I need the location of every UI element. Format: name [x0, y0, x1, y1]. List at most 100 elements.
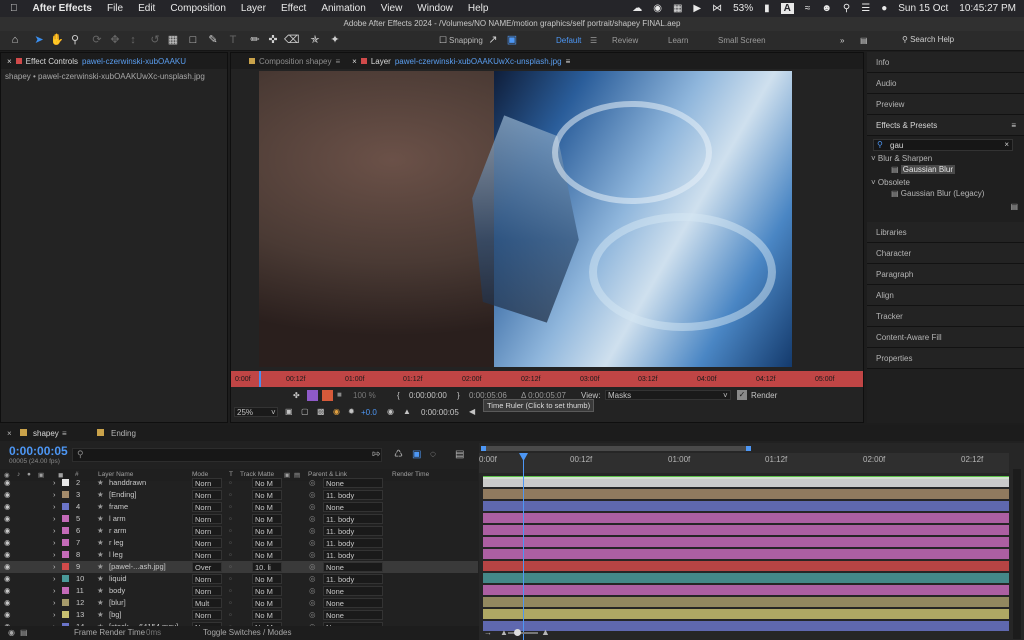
snap-grid-icon[interactable]: ▣ [505, 33, 519, 47]
search-help[interactable]: ⚲ Search Help [902, 35, 1014, 47]
layer-mode-select[interactable]: Norn [192, 610, 222, 620]
color-channels-icon[interactable]: ◉ [333, 407, 340, 416]
menu-file[interactable]: File [107, 3, 123, 14]
exposure-value[interactable]: +0.0 [361, 408, 377, 417]
layer-name[interactable]: [Ending] [109, 490, 137, 499]
layer-image-preview[interactable] [259, 71, 792, 367]
wifi-icon[interactable]: ≈ [805, 3, 811, 14]
layer-track-matte-select[interactable]: No M [252, 478, 282, 488]
visibility-eye-icon[interactable]: ◉ [4, 538, 11, 547]
close-icon[interactable]: × [352, 57, 357, 66]
chevron-down-icon[interactable]: ˅ [723, 391, 728, 400]
roto-brush-tool-icon[interactable]: ✯ [308, 33, 322, 47]
clear-search-icon[interactable]: × [1004, 140, 1009, 149]
layer-preserve-transparency[interactable]: ▫ [229, 598, 232, 607]
layer-parent-select[interactable]: None [323, 478, 383, 488]
layer-preserve-transparency[interactable]: ▫ [229, 502, 232, 511]
layer-track-matte-select[interactable]: No M [252, 490, 282, 500]
status-icon[interactable]: ▤ [20, 628, 28, 637]
opacity-value[interactable]: 100 % [353, 391, 376, 400]
layer-name[interactable]: l arm [109, 514, 126, 523]
layer-row[interactable]: ◉ › 2 ★ handdrawn Norn ▫ No M ◎ None [0, 477, 478, 489]
expand-chevron-icon[interactable]: › [53, 562, 56, 571]
panel-character[interactable]: Character [867, 243, 1024, 264]
tab-composition[interactable]: Composition shapey ≡ [231, 57, 346, 66]
creative-cloud-icon[interactable]: ☁ [632, 3, 642, 14]
close-icon[interactable]: × [7, 429, 12, 438]
panel-preview[interactable]: Preview [867, 94, 1024, 115]
in-point-icon[interactable]: { [397, 391, 400, 400]
clone-stamp-tool-icon[interactable]: ✜ [266, 33, 280, 47]
hand-tool-icon[interactable]: ✋ [50, 33, 64, 47]
menu-effect[interactable]: Effect [281, 3, 306, 14]
layer-mode-select[interactable]: Norn [192, 586, 222, 596]
layer-row[interactable]: ◉ › 10 ★ liquid Norn ▫ No M ◎ 11. body [0, 573, 478, 585]
brush-tool-icon[interactable]: ✏ [248, 33, 262, 47]
expand-chevron-icon[interactable]: › [53, 490, 56, 499]
puppet-tool-icon[interactable]: ✦ [328, 33, 342, 47]
channel-red-icon[interactable] [322, 390, 333, 401]
close-icon[interactable]: × [7, 57, 12, 66]
control-center-icon[interactable]: ☰ [861, 3, 870, 14]
layer-label-color[interactable] [62, 527, 69, 534]
effect-item-gaussian-blur[interactable]: ▤ Gaussian Blur [891, 165, 956, 174]
layer-name[interactable]: r arm [109, 526, 127, 535]
layer-mode-select[interactable]: Norn [192, 550, 222, 560]
app-menu[interactable]: After Effects [33, 3, 92, 14]
expand-chevron-icon[interactable]: › [53, 574, 56, 583]
grid-icon[interactable]: ▦ [673, 3, 682, 14]
workspace-small-screen[interactable]: Small Screen [718, 36, 766, 45]
toggle-switches-modes[interactable]: Toggle Switches / Modes [203, 628, 292, 637]
layer-duration-bar[interactable] [483, 549, 1009, 559]
category-blur-sharpen[interactable]: ˅ Blur & Sharpen [871, 154, 932, 163]
layer-label-color[interactable] [62, 503, 69, 510]
layer-preserve-transparency[interactable]: ▫ [229, 478, 232, 487]
layer-name[interactable]: l leg [109, 550, 123, 559]
snap-icon[interactable]: ↗ [486, 33, 500, 47]
layer-row[interactable]: ◉ › 8 ★ l leg Norn ▫ No M ◎ 11. body [0, 549, 478, 561]
layer-duration-bar[interactable] [483, 525, 1009, 535]
pick-whip-icon[interactable]: ◎ [309, 538, 316, 547]
tab-layer[interactable]: × Layer pawel-czerwinski-xubOAAKUwXc-uns… [346, 57, 576, 66]
layer-name[interactable]: liquid [109, 574, 127, 583]
more-workspaces-icon[interactable]: » [840, 36, 844, 45]
panel-content-aware-fill[interactable]: Content-Aware Fill [867, 327, 1024, 348]
panel-libraries[interactable]: Libraries [867, 222, 1024, 243]
layer-label-color[interactable] [62, 611, 69, 618]
layer-row[interactable]: ◉ › 4 ★ frame Norn ▫ No M ◎ None [0, 501, 478, 513]
menu-time[interactable]: 10:45:27 PM [959, 3, 1016, 14]
layer-track-matte-select[interactable]: 10. li [252, 562, 282, 572]
layer-row[interactable]: ◉ › 7 ★ r leg Norn ▫ No M ◎ 11. body [0, 537, 478, 549]
view-select[interactable]: Masks [605, 390, 731, 400]
layer-row[interactable]: ◉ › 3 ★ [Ending] Norn ▫ No M ◎ 11. body [0, 489, 478, 501]
layer-mode-select[interactable]: Norn [192, 502, 222, 512]
expand-chevron-icon[interactable]: › [53, 550, 56, 559]
grid-toggle-icon[interactable]: ▩ [317, 407, 325, 416]
exposure-reset-icon[interactable]: ✹ [348, 407, 355, 416]
menu-view[interactable]: View [381, 3, 403, 14]
layer-parent-select[interactable]: None [323, 502, 383, 512]
layer-parent-select[interactable]: None [323, 562, 383, 572]
expand-chevron-icon[interactable]: › [53, 502, 56, 511]
layer-name[interactable]: handdrawn [109, 478, 146, 487]
current-time[interactable]: 0:00:00:05 [421, 408, 459, 417]
comp-mini-flowchart-icon[interactable]: ⇰ [372, 449, 380, 460]
layer-preserve-transparency[interactable]: ▫ [229, 526, 232, 535]
pick-whip-icon[interactable]: ◎ [309, 574, 316, 583]
layer-parent-select[interactable]: 11. body [323, 514, 383, 524]
timeline-zoom-thumb[interactable] [514, 629, 521, 636]
layer-preserve-transparency[interactable]: ▫ [229, 574, 232, 583]
layer-name[interactable]: frame [109, 502, 128, 511]
layer-duration-bar[interactable] [483, 621, 1009, 631]
layer-label-color[interactable] [62, 479, 69, 486]
layer-parent-select[interactable]: 11. body [323, 538, 383, 548]
timeline-zoom-slider[interactable] [508, 632, 538, 634]
siri-icon[interactable]: ● [881, 3, 887, 14]
panel-icon[interactable]: ▤ [860, 36, 868, 45]
channel-alpha-icon[interactable] [307, 390, 318, 401]
layer-parent-select[interactable]: 11. body [323, 490, 383, 500]
rotate-tool-icon[interactable]: ↺ [148, 33, 162, 47]
pick-whip-icon[interactable]: ◎ [309, 598, 316, 607]
layer-mode-select[interactable]: Norn [192, 538, 222, 548]
workspace-learn[interactable]: Learn [668, 36, 688, 45]
